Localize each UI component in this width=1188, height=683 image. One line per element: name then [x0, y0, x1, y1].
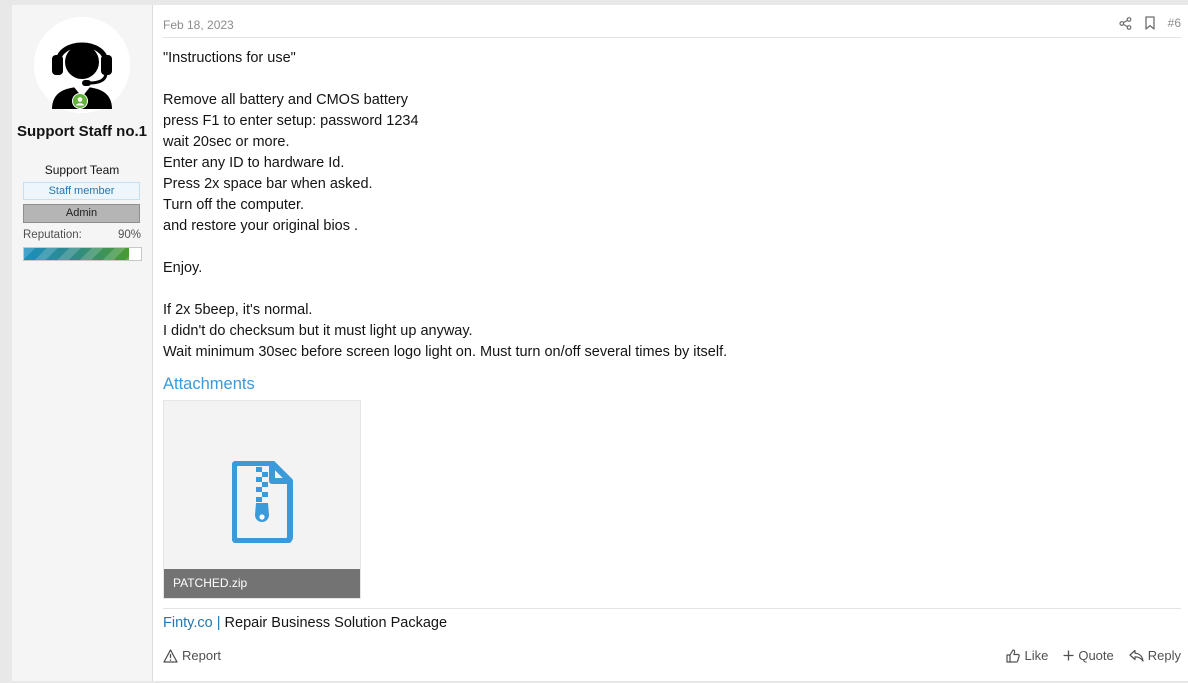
post-line — [163, 237, 1173, 258]
post-main: Feb 18, 2023 #6 "Instructions for use" R… — [163, 5, 1181, 681]
post-line — [163, 69, 1173, 90]
staff-member-badge: Staff member — [23, 182, 140, 200]
post-number-link[interactable]: #6 — [1168, 16, 1181, 30]
reputation-bar-fill — [24, 248, 130, 260]
post-line — [163, 279, 1173, 300]
reputation-bar — [23, 247, 142, 261]
like-button[interactable]: Like — [1006, 648, 1048, 663]
reputation-label: Reputation: — [23, 229, 82, 241]
thumbs-up-icon — [1006, 648, 1021, 663]
signature-link[interactable]: Finty.co — [163, 615, 213, 631]
reply-icon — [1129, 649, 1144, 662]
footer-left-actions: Report — [163, 648, 221, 663]
report-label: Report — [182, 648, 222, 663]
quote-label: Quote — [1078, 648, 1114, 663]
report-button[interactable]: Report — [163, 648, 221, 663]
reply-label: Reply — [1147, 648, 1181, 663]
post-line: Enter any ID to hardware Id. — [163, 155, 345, 171]
attachment-filename[interactable]: PATCHED.zip — [164, 569, 360, 598]
user-sidebar: Support Staff no.1 Support Team Staff me… — [12, 5, 153, 681]
zip-file-icon — [232, 461, 293, 543]
username[interactable]: Support Staff no.1 — [12, 121, 152, 142]
post-line: wait 20sec or more. — [163, 134, 290, 150]
post-line: Wait minimum 30sec before screen logo li… — [163, 344, 728, 360]
signature-text: Repair Business Solution Package — [224, 615, 448, 631]
share-icon[interactable] — [1119, 16, 1132, 30]
plus-icon — [1063, 650, 1074, 661]
post-line: If 2x 5beep, it's normal. — [163, 302, 313, 318]
post-line: "Instructions for use" — [163, 50, 296, 66]
admin-badge: Admin — [23, 204, 140, 223]
post-line: Remove all battery and CMOS battery — [163, 92, 408, 108]
user-title: Support Team — [44, 163, 120, 177]
post-date[interactable]: Feb 18, 2023 — [163, 18, 234, 32]
post-line: press F1 to enter setup: password 1234 — [163, 113, 419, 129]
attachments-title: Attachments — [163, 375, 255, 393]
post-line: Press 2x space bar when asked. — [163, 176, 373, 192]
post-line: and restore your original bios . — [163, 218, 359, 234]
attachment-card[interactable]: PATCHED.zip — [163, 400, 361, 599]
signature-divider — [163, 608, 1181, 609]
like-label: Like — [1024, 648, 1049, 663]
reputation-value: 90% — [117, 229, 141, 241]
warning-icon — [163, 648, 178, 663]
online-status-icon — [72, 93, 88, 109]
signature: Finty.co | Repair Business Solution Pack… — [163, 615, 447, 631]
post-line: Turn off the computer. — [163, 197, 305, 213]
quote-button[interactable]: Quote — [1063, 648, 1114, 663]
reply-button[interactable]: Reply — [1129, 648, 1181, 663]
post-body: "Instructions for use" Remove all batter… — [163, 48, 1173, 363]
header-divider — [163, 37, 1181, 38]
signature-separator: | — [216, 615, 221, 631]
post-line: I didn't do checksum but it must light u… — [163, 323, 473, 339]
post-header-actions: #6 — [1119, 16, 1181, 30]
bookmark-icon[interactable] — [1144, 16, 1156, 30]
footer-right-actions: Like Quote Reply — [1006, 648, 1181, 663]
post-line: Enjoy. — [163, 260, 203, 276]
